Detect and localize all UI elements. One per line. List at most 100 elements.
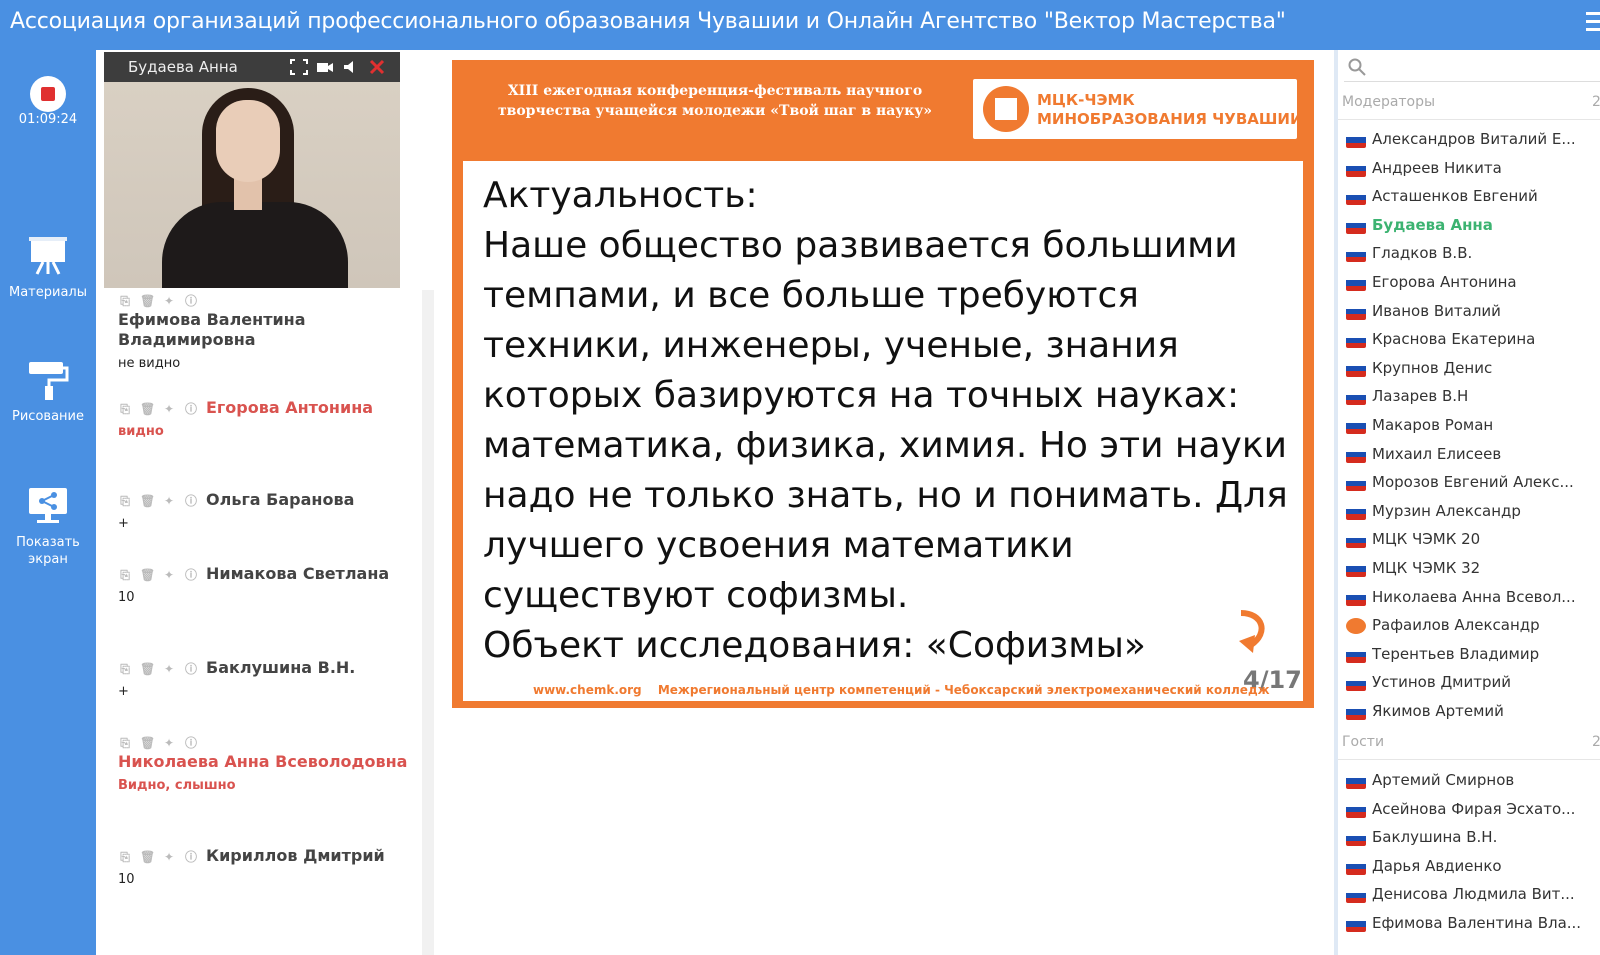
slide-body: Актуальность: Наше общество развивается б… [463, 161, 1303, 701]
delete-icon[interactable]: 🗑 [140, 850, 155, 864]
logo-mark-icon [983, 86, 1029, 132]
next-arrow-icon[interactable] [1233, 605, 1273, 657]
camera-icon[interactable] [316, 59, 334, 75]
menu-icon[interactable] [1586, 12, 1600, 34]
participant-item[interactable]: Якимов Артемий [1344, 698, 1600, 726]
delete-icon[interactable]: 🗑 [140, 662, 155, 676]
info-icon[interactable]: ⓘ [184, 662, 198, 676]
participant-search[interactable] [1344, 54, 1600, 82]
delete-icon[interactable]: 🗑 [140, 736, 155, 750]
participant-item[interactable]: Ефимова Валентина Вла... [1344, 910, 1600, 938]
participant-item[interactable]: Егорова Антонина [1344, 269, 1600, 297]
copy-icon[interactable]: ⎘ [118, 494, 132, 508]
copy-icon[interactable]: ⎘ [118, 736, 132, 750]
participant-item[interactable]: Асейнова Фирая Эсхато... [1344, 796, 1600, 824]
pin-icon[interactable]: ✦ [162, 568, 176, 582]
flag-ru-icon [1346, 246, 1366, 263]
pin-icon[interactable]: ✦ [162, 662, 176, 676]
fullscreen-icon[interactable] [290, 59, 308, 75]
delete-icon[interactable]: 🗑 [140, 294, 155, 308]
info-icon[interactable]: ⓘ [184, 736, 198, 750]
info-icon[interactable]: ⓘ [184, 850, 198, 864]
speaker-icon[interactable] [342, 59, 360, 75]
participant-name: Макаров Роман [1372, 416, 1494, 434]
message-actions: ⎘ 🗑 ✦ ⓘ [118, 494, 198, 508]
participant-item[interactable]: Терентьев Владимир [1344, 641, 1600, 669]
participant-name: Будаева Анна [1372, 215, 1493, 234]
participant-item[interactable]: Макаров Роман [1344, 412, 1600, 440]
chat-message: ⎘ 🗑 ✦ ⓘ Нимакова Светлана 10 [118, 564, 408, 605]
slide-text-line: которых базируются на точных науках: [483, 375, 1240, 416]
info-icon[interactable]: ⓘ [184, 294, 198, 308]
participant-item[interactable]: Иванов Виталий [1344, 298, 1600, 326]
guests-label: Гости [1342, 734, 1385, 750]
participant-item[interactable]: Гладков В.В. [1344, 240, 1600, 268]
delete-icon[interactable]: 🗑 [140, 494, 155, 508]
participant-item[interactable]: Морозов Евгений Алекс... [1344, 469, 1600, 497]
participant-item[interactable]: Александров Виталий Е... [1344, 126, 1600, 154]
participant-name: Мурзин Александр [1372, 501, 1521, 520]
participant-item[interactable]: Рафаилов Александр [1344, 612, 1600, 640]
info-icon[interactable]: ⓘ [184, 494, 198, 508]
pin-icon[interactable]: ✦ [162, 736, 176, 750]
share-screen-button[interactable]: Показать экран [0, 484, 96, 568]
participant-name: Краснова Екатерина [1372, 330, 1536, 349]
participant-item[interactable]: Мурзин Александр [1344, 498, 1600, 526]
participant-name: Николаева Анна Всевол... [1372, 587, 1576, 606]
participant-item[interactable]: Устинов Дмитрий [1344, 669, 1600, 697]
participant-item[interactable]: Асташенков Евгений [1344, 183, 1600, 211]
participant-name: Александров Виталий Е... [1372, 130, 1576, 148]
participant-item[interactable]: Будаева Анна [1344, 212, 1600, 240]
pin-icon[interactable]: ✦ [162, 850, 176, 864]
copy-icon[interactable]: ⎘ [118, 850, 132, 864]
copy-icon[interactable]: ⎘ [118, 402, 132, 416]
participant-item[interactable]: Денисова Людмила Вит... [1344, 881, 1600, 909]
close-icon[interactable] [368, 59, 386, 75]
participant-name: Рафаилов Александр [1372, 616, 1540, 635]
flag-ru-icon [1346, 646, 1366, 663]
slide-text-line: лучшего усвоения математики [483, 525, 1074, 566]
flag-ru-icon [1346, 887, 1366, 904]
record-timer: 01:09:24 [18, 112, 78, 127]
copy-icon[interactable]: ⎘ [118, 294, 132, 308]
participant-item[interactable]: Крупнов Денис [1344, 355, 1600, 383]
copy-icon[interactable]: ⎘ [118, 568, 132, 582]
participant-item[interactable]: Артемий Смирнов [1344, 767, 1600, 795]
logo-line-2: МИНОБРАЗОВАНИЯ ЧУВАШИИ [1037, 110, 1303, 128]
chat-message-author: ⎘ 🗑 ✦ ⓘ Егорова Антонина [118, 398, 408, 418]
pin-icon[interactable]: ✦ [162, 494, 176, 508]
participant-item[interactable]: Андреев Никита [1344, 155, 1600, 183]
slide-text-line: Наше общество развивается большими [483, 225, 1238, 266]
info-icon[interactable]: ⓘ [184, 568, 198, 582]
presentation-slide: XIII ежегодная конференция-фестиваль нау… [452, 60, 1314, 708]
participant-item[interactable]: МЦК ЧЭМК 20 [1344, 526, 1600, 554]
participant-item[interactable]: Дарья Авдиенко [1344, 853, 1600, 881]
participant-item[interactable]: Михаил Елисеев [1344, 441, 1600, 469]
participant-name: Андреев Никита [1372, 158, 1502, 177]
video-speaker-name: Будаева Анна [128, 58, 238, 76]
moderators-section-header[interactable]: Модераторы 2 [1338, 84, 1600, 120]
drawing-button[interactable]: Рисование [0, 358, 96, 425]
record-button[interactable] [30, 76, 66, 112]
flag-ru-icon [1346, 189, 1366, 206]
materials-button[interactable]: Материалы [0, 234, 96, 301]
delete-icon[interactable]: 🗑 [140, 402, 155, 416]
participant-item[interactable]: Николаева Анна Всевол... [1344, 584, 1600, 612]
participant-item[interactable]: Баклушина В.Н. [1344, 824, 1600, 852]
copy-icon[interactable]: ⎘ [118, 662, 132, 676]
slide-header: XIII ежегодная конференция-фестиваль нау… [455, 63, 1311, 159]
video-window[interactable]: Будаева Анна [104, 52, 400, 288]
author-name: Егорова Антонина [206, 398, 374, 417]
info-icon[interactable]: ⓘ [184, 402, 198, 416]
chat-scrollbar[interactable] [422, 290, 434, 955]
guests-section-header[interactable]: Гости 2 [1338, 724, 1600, 760]
participant-item[interactable]: Краснова Екатерина [1344, 326, 1600, 354]
delete-icon[interactable]: 🗑 [140, 568, 155, 582]
participant-item[interactable]: Лазарев В.Н [1344, 383, 1600, 411]
paint-roller-icon [29, 362, 69, 400]
pin-icon[interactable]: ✦ [162, 402, 176, 416]
pin-icon[interactable]: ✦ [162, 294, 176, 308]
flag-ru-icon [1346, 160, 1366, 177]
participant-item[interactable]: МЦК ЧЭМК 32 [1344, 555, 1600, 583]
chat-message: ⎘ 🗑 ✦ ⓘ Николаева Анна Всеволодовна Видно, сл… [118, 732, 408, 794]
